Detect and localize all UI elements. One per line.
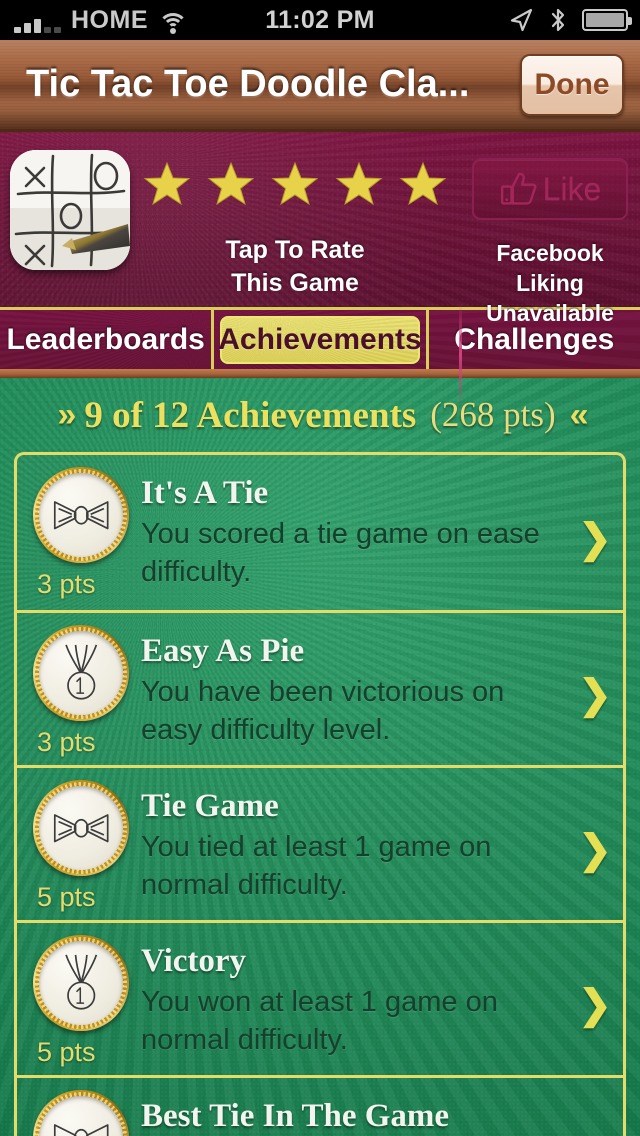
achievement-description: You have been victorious on easy difficu… xyxy=(141,676,505,746)
achievement-badge xyxy=(33,1090,129,1136)
achievement-row[interactable]: 3 pts Easy As Pie You have been victorio… xyxy=(17,610,623,765)
double-chevron-right-icon: » xyxy=(57,395,76,434)
achievement-text: Best Tie In The Game xyxy=(133,1090,567,1136)
tic-tac-toe-doodle-app-icon xyxy=(10,150,130,270)
achievement-badge xyxy=(33,935,129,1031)
achievement-description: You scored a tie game on ease difficulty… xyxy=(141,518,540,588)
fb-note-line2: Unavailable xyxy=(486,300,614,326)
facebook-liking-note: Facebook Liking Unavailable xyxy=(460,238,640,328)
badge-column: 5 pts xyxy=(17,935,133,1068)
badge-column: 3 pts xyxy=(17,467,133,600)
rating-panel: Tap To Rate This Game Like Facebook Liki… xyxy=(0,132,640,407)
fb-note-line1: Facebook Liking xyxy=(496,240,604,296)
bow-tie-badge-icon xyxy=(39,1096,123,1136)
achievement-row[interactable]: 5 pts Victory You won at least 1 game on… xyxy=(17,920,623,1075)
thumbs-up-icon xyxy=(500,172,537,205)
medal-badge-icon xyxy=(39,941,123,1025)
achievement-points: 5 pts xyxy=(37,1037,96,1067)
double-chevron-left-icon: « xyxy=(569,395,589,434)
tab-achievements[interactable]: Achievements xyxy=(211,308,425,371)
achievements-content: » 9 of 12 Achievements (268 pts) « 3 pts… xyxy=(0,378,640,1136)
chevron-right-icon[interactable]: ❯ xyxy=(567,827,623,873)
battery-icon xyxy=(582,9,632,31)
tap-to-rate-label: Tap To Rate This Game xyxy=(130,234,460,300)
badge-column xyxy=(17,1090,133,1136)
app-screen: HOME 11:02 PM Tic Tac Toe Doodle Cla... … xyxy=(0,0,640,1136)
badge-column: 3 pts xyxy=(17,625,133,758)
medal-badge-icon xyxy=(39,631,123,715)
achievement-description: You won at least 1 game on normal diffic… xyxy=(141,986,498,1056)
achievements-header: » 9 of 12 Achievements (268 pts) « xyxy=(0,378,640,452)
achievement-name: Easy As Pie xyxy=(141,633,305,669)
chevron-right-icon[interactable]: ❯ xyxy=(567,982,623,1028)
status-bar: HOME 11:02 PM xyxy=(0,0,640,40)
achievement-row[interactable]: 3 pts It's A Tie You scored a tie game o… xyxy=(17,455,623,610)
achievement-text: Victory You won at least 1 game on norma… xyxy=(133,935,567,1059)
achievements-points-label: (268 pts) xyxy=(430,395,556,434)
tap-to-rate-line2: This Game xyxy=(231,269,359,297)
achievement-points: 5 pts xyxy=(37,882,96,912)
title-bar: Tic Tac Toe Doodle Cla... Done xyxy=(0,40,640,132)
star-icon[interactable] xyxy=(207,160,255,208)
star-icon[interactable] xyxy=(271,160,319,208)
achievement-badge xyxy=(33,467,129,563)
like-button[interactable]: Like xyxy=(472,158,628,220)
star-icon[interactable] xyxy=(143,160,191,208)
achievement-row[interactable]: Best Tie In The Game xyxy=(17,1075,623,1136)
achievement-badge xyxy=(33,625,129,721)
bow-tie-badge-icon xyxy=(39,786,123,870)
done-button[interactable]: Done xyxy=(520,53,624,116)
achievement-text: Easy As Pie You have been victorious on … xyxy=(133,625,567,749)
achievements-list: 3 pts It's A Tie You scored a tie game o… xyxy=(14,452,626,1136)
star-icon[interactable] xyxy=(335,160,383,208)
page-title: Tic Tac Toe Doodle Cla... xyxy=(26,63,470,105)
achievement-name: Best Tie In The Game xyxy=(141,1098,450,1134)
achievement-name: Victory xyxy=(141,943,247,979)
tab-bar-wood-base xyxy=(0,369,640,378)
tab-leaderboards-label: Leaderboards xyxy=(6,322,205,356)
tab-achievements-label: Achievements xyxy=(218,322,422,356)
star-rating[interactable] xyxy=(130,160,460,208)
achievement-badge xyxy=(33,780,129,876)
achievement-points: 3 pts xyxy=(37,569,96,599)
achievement-text: It's A Tie You scored a tie game on ease… xyxy=(133,467,567,591)
rating-stars-group[interactable]: Tap To Rate This Game xyxy=(130,132,460,300)
star-icon[interactable] xyxy=(399,160,447,208)
achievement-name: Tie Game xyxy=(141,788,279,824)
achievement-description: You tied at least 1 game on normal diffi… xyxy=(141,831,492,901)
badge-column: 5 pts xyxy=(17,780,133,913)
tab-leaderboards[interactable]: Leaderboards xyxy=(0,309,211,371)
clock-label: 11:02 PM xyxy=(265,5,375,34)
achievement-text: Tie Game You tied at least 1 game on nor… xyxy=(133,780,567,904)
chevron-right-icon[interactable]: ❯ xyxy=(567,672,623,718)
bow-tie-badge-icon xyxy=(39,473,123,557)
like-button-label: Like xyxy=(542,170,602,207)
chevron-right-icon[interactable]: ❯ xyxy=(567,516,623,562)
facebook-like-group: Like Facebook Liking Unavailable xyxy=(460,132,640,328)
achievement-points: 3 pts xyxy=(37,727,96,757)
achievement-row[interactable]: 5 pts Tie Game You tied at least 1 game … xyxy=(17,765,623,920)
tap-to-rate-line1: Tap To Rate xyxy=(225,236,365,264)
achievement-name: It's A Tie xyxy=(141,475,269,511)
achievements-count-label: 9 of 12 Achievements xyxy=(84,394,417,436)
